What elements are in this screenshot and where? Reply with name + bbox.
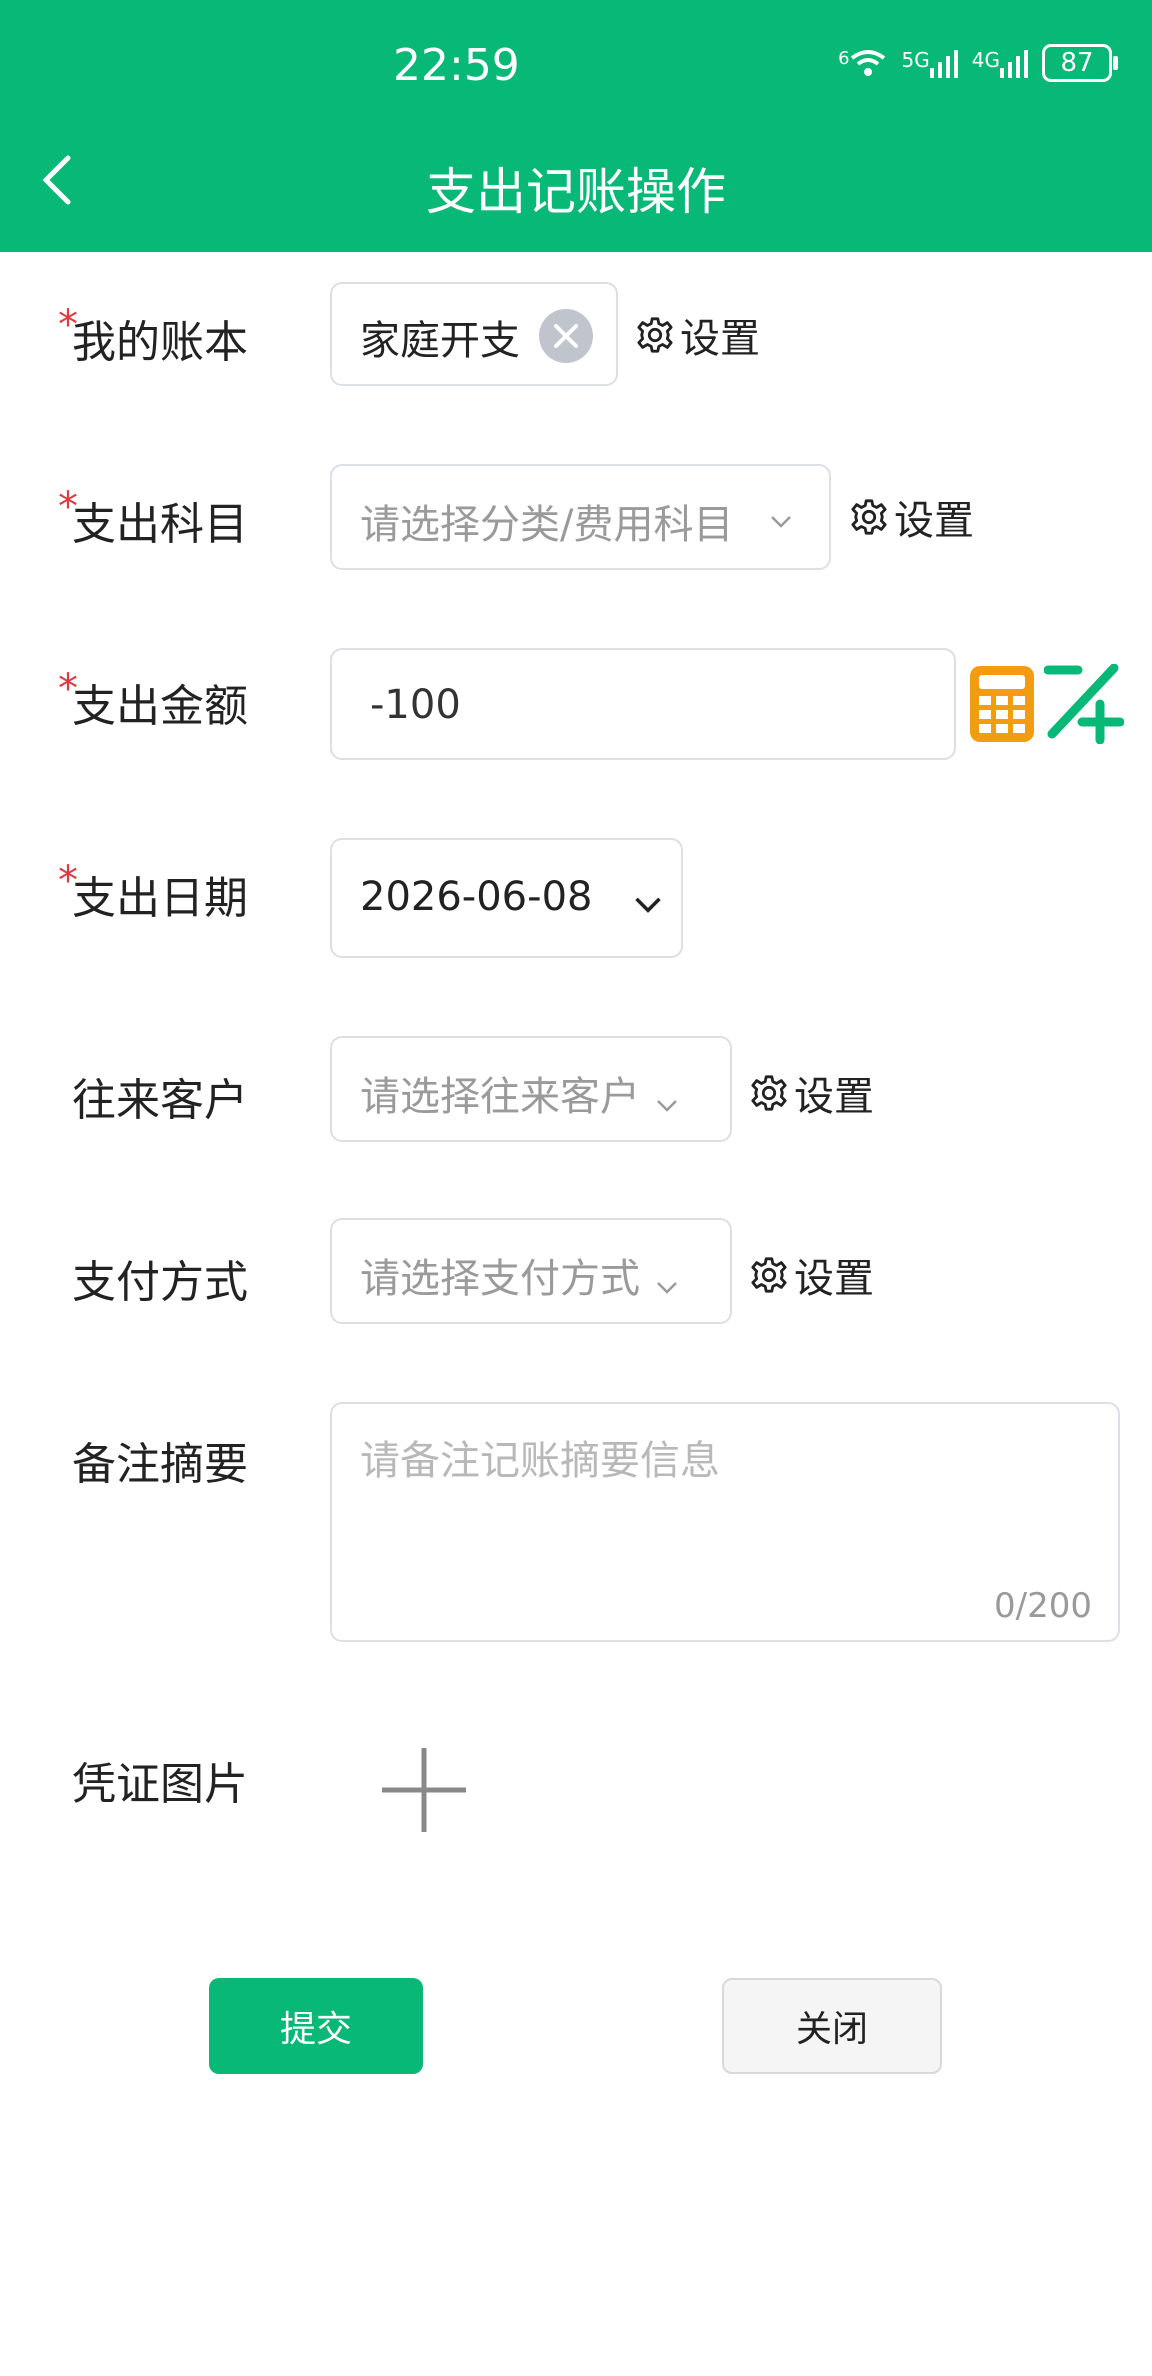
date-picker[interactable]: 2026-06-08 xyxy=(330,838,683,958)
close-button[interactable]: 关闭 xyxy=(722,1978,942,2074)
required-mark: * xyxy=(58,302,78,348)
signal-5g-icon: 5G xyxy=(902,48,958,78)
amount-input[interactable]: -100 xyxy=(330,648,956,760)
battery-icon: 87 xyxy=(1042,44,1118,82)
customer-label: 往来客户 xyxy=(72,1075,248,1126)
chevron-down-icon xyxy=(771,516,791,528)
net2-label: 4G xyxy=(971,48,1000,72)
remark-textarea[interactable]: 请备注记账摘要信息 0/200 xyxy=(330,1402,1120,1642)
gear-icon xyxy=(751,1075,787,1111)
customer-setting[interactable]: 设置 xyxy=(750,1064,874,1122)
add-image-icon xyxy=(382,1748,466,1832)
category-setting[interactable]: 设置 xyxy=(850,488,974,546)
clear-icon[interactable] xyxy=(538,308,594,374)
wifi-tag: 6 xyxy=(838,48,850,69)
payment-label: 支付方式 xyxy=(72,1257,248,1308)
required-mark: * xyxy=(58,858,78,904)
required-mark: * xyxy=(58,666,78,712)
remark-label: 备注摘要 xyxy=(72,1439,248,1490)
add-image-button[interactable] xyxy=(376,1742,472,1838)
payment-setting[interactable]: 设置 xyxy=(750,1246,874,1304)
plus-minus-icon[interactable] xyxy=(1043,663,1125,748)
amount-value: -100 xyxy=(370,682,461,728)
signal-4g-icon: 4G xyxy=(972,48,1028,78)
payment-select[interactable]: 请选择支付方式 xyxy=(330,1218,732,1324)
status-time: 22:59 xyxy=(393,40,520,91)
status-icons: 6 5G 4G 87 xyxy=(838,44,1118,82)
account-book-label: * 我的账本 xyxy=(58,302,248,368)
customer-placeholder: 请选择往来客户 xyxy=(360,1074,640,1120)
chevron-down-icon xyxy=(657,1282,677,1294)
account-book-tag[interactable]: 家庭开支 xyxy=(330,282,618,386)
customer-select[interactable]: 请选择往来客户 xyxy=(330,1036,732,1142)
category-select[interactable]: 请选择分类/费用科目 xyxy=(330,464,831,570)
remark-counter: 0/200 xyxy=(994,1586,1092,1626)
gear-icon xyxy=(851,499,887,535)
gear-icon xyxy=(751,1257,787,1293)
chevron-down-icon xyxy=(657,1100,677,1112)
required-mark: * xyxy=(58,484,78,530)
date-value: 2026-06-08 xyxy=(360,874,593,920)
chevron-down-icon xyxy=(635,897,661,913)
net1-label: 5G xyxy=(901,48,930,72)
date-label: * 支出日期 xyxy=(58,858,248,924)
payment-placeholder: 请选择支付方式 xyxy=(360,1256,640,1302)
wifi-icon: 6 xyxy=(838,48,887,78)
gear-icon xyxy=(637,317,673,353)
account-book-setting[interactable]: 设置 xyxy=(636,306,760,364)
category-label: * 支出科目 xyxy=(58,484,248,550)
voucher-label: 凭证图片 xyxy=(72,1759,248,1810)
app-header: 22:59 6 5G 4G 87 支出记账操作 xyxy=(0,0,1152,252)
page-title: 支出记账操作 xyxy=(426,163,726,221)
remark-placeholder: 请备注记账摘要信息 xyxy=(360,1438,720,1484)
calculator-icon[interactable] xyxy=(970,666,1034,746)
amount-label: * 支出金额 xyxy=(58,666,248,732)
account-book-value: 家庭开支 xyxy=(360,318,520,364)
battery-level: 87 xyxy=(1060,48,1094,78)
submit-button[interactable]: 提交 xyxy=(209,1978,423,2074)
category-placeholder: 请选择分类/费用科目 xyxy=(360,502,734,548)
